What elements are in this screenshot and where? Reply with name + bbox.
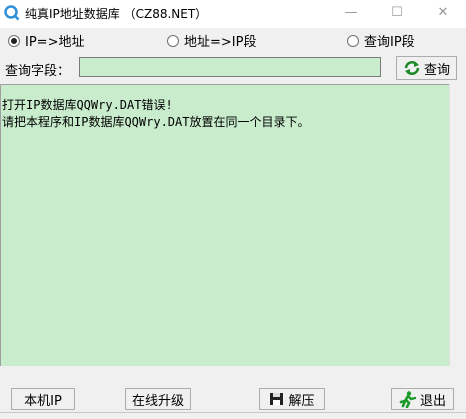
- close-button[interactable]: ✕: [420, 0, 466, 28]
- window-title: 纯真IP地址数据库 （CZ88.NET）: [25, 7, 208, 21]
- radio-ip-to-address[interactable]: IP=>地址: [8, 31, 84, 51]
- running-man-icon: [399, 390, 417, 408]
- query-button-label: 查询: [423, 62, 450, 78]
- title-bar: 纯真IP地址数据库 （CZ88.NET） — ☐ ✕: [0, 0, 466, 28]
- result-line: 打开IP数据库QQWry.DAT错误!: [2, 98, 173, 112]
- radio-label: 查询IP段: [364, 35, 415, 50]
- extract-button[interactable]: 解压: [259, 388, 325, 410]
- query-field-label: 查询字段：: [5, 64, 71, 79]
- minimize-button[interactable]: —: [328, 0, 374, 28]
- radio-unselected-icon: [347, 35, 359, 47]
- exit-button-label: 退出: [419, 393, 446, 409]
- query-button[interactable]: 查询: [396, 56, 457, 80]
- radio-selected-icon: [8, 35, 20, 47]
- online-upgrade-button[interactable]: 在线升级: [125, 388, 191, 410]
- query-input[interactable]: [79, 57, 381, 77]
- radio-label: IP=>地址: [25, 35, 85, 50]
- radio-label: 地址=>IP段: [184, 35, 257, 50]
- floppy-disk-icon: [270, 393, 284, 405]
- vertical-scrollbar[interactable]: [449, 84, 466, 366]
- result-line: 请把本程序和IP数据库QQWry.DAT放置在同一个目录下。: [2, 115, 310, 129]
- refresh-icon: [404, 61, 420, 75]
- app-logo-icon: [4, 5, 20, 21]
- extract-button-label: 解压: [288, 393, 315, 409]
- radio-query-ip-range[interactable]: 查询IP段: [347, 31, 415, 51]
- radio-unselected-icon: [167, 35, 179, 47]
- local-ip-button[interactable]: 本机IP: [11, 388, 75, 410]
- online-upgrade-button-label: 在线升级: [131, 393, 184, 409]
- exit-button[interactable]: 退出: [391, 388, 454, 410]
- result-area[interactable]: 打开IP数据库QQWry.DAT错误! 请把本程序和IP数据库QQWry.DAT…: [0, 84, 449, 366]
- local-ip-button-label: 本机IP: [24, 393, 62, 409]
- maximize-button[interactable]: ☐: [374, 0, 420, 28]
- radio-address-to-ip-range[interactable]: 地址=>IP段: [167, 31, 256, 51]
